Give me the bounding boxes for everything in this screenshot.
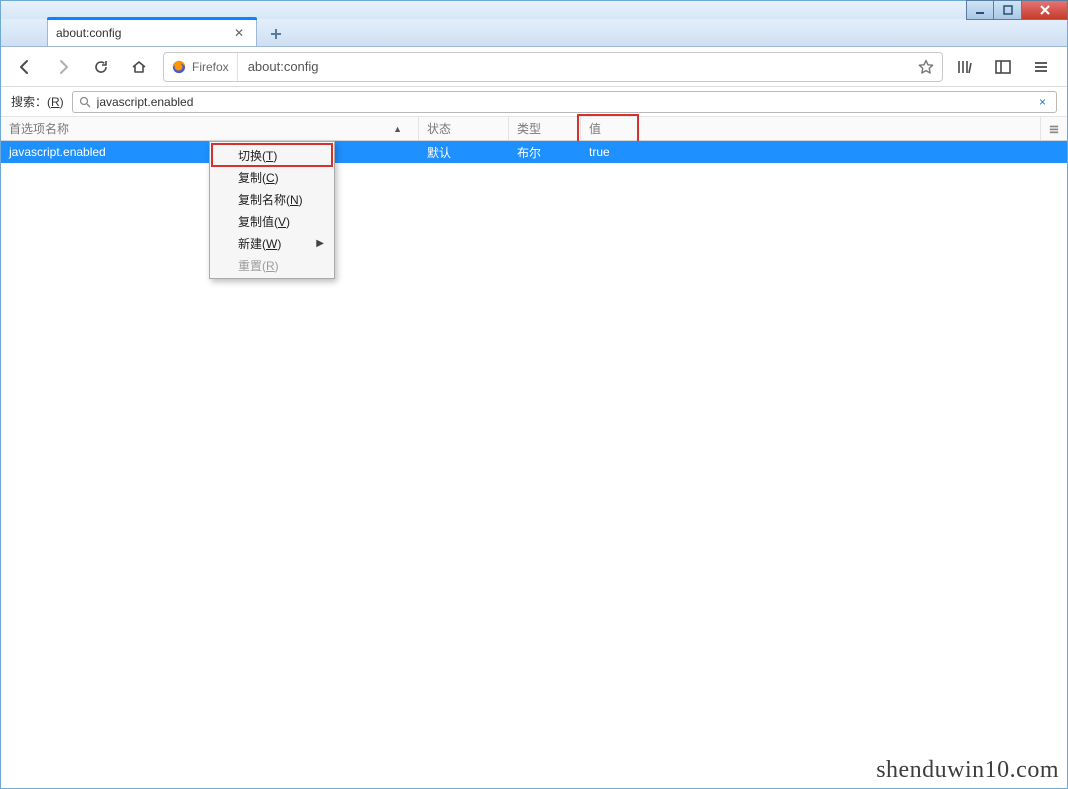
identity-label: Firefox [192,60,229,74]
menu-copy-value[interactable]: 复制值(V) [212,210,332,232]
pref-value: true [581,145,1067,159]
search-icon [79,96,91,108]
menu-copy[interactable]: 复制(C) [212,166,332,188]
sort-ascending-icon: ▲ [393,124,410,134]
new-tab-button[interactable] [263,22,289,46]
url-input[interactable] [238,53,910,81]
tab-title: about:config [56,26,222,40]
back-button[interactable] [11,53,39,81]
library-icon[interactable] [953,53,977,81]
preferences-list: javascript.enabled 默认 布尔 true 切换(T) 复制(C… [1,141,1067,788]
url-bar[interactable]: Firefox [163,52,943,82]
close-button[interactable] [1022,0,1068,20]
clear-search-button[interactable]: × [1035,95,1050,109]
reload-button[interactable] [87,53,115,81]
column-name[interactable]: 首选项名称 ▲ [1,117,419,140]
menu-new[interactable]: 新建(W) ▶ [212,232,332,254]
home-button[interactable] [125,53,153,81]
window-controls [966,0,1068,20]
pref-row-javascript-enabled[interactable]: javascript.enabled 默认 布尔 true [1,141,1067,163]
column-status[interactable]: 状态 [419,117,509,140]
toolbar-right [953,53,1057,81]
pref-status: 默认 [419,144,509,161]
search-input[interactable] [97,92,1029,112]
bookmark-star-icon[interactable] [910,59,942,75]
context-menu: 切换(T) 复制(C) 复制名称(N) 复制值(V) 新建(W) ▶ 重置(R) [209,141,335,279]
column-picker-icon[interactable] [1041,117,1067,140]
menu-copy-name[interactable]: 复制名称(N) [212,188,332,210]
search-label: 搜索：(R) [11,93,64,110]
navigation-toolbar: Firefox [1,47,1067,87]
identity-box[interactable]: Firefox [164,53,238,81]
tab-strip: about:config ✕ [1,19,1067,47]
maximize-button[interactable] [994,0,1022,20]
tab-close-button[interactable]: ✕ [230,26,248,40]
tab-about-config[interactable]: about:config ✕ [47,19,257,46]
column-type[interactable]: 类型 [509,117,581,140]
browser-window: about:config ✕ Firefox [0,0,1068,789]
menu-button[interactable] [1029,53,1053,81]
search-box[interactable]: × [72,91,1057,113]
pref-type: 布尔 [509,144,581,161]
column-headers: 首选项名称 ▲ 状态 类型 值 [1,117,1067,141]
minimize-button[interactable] [966,0,994,20]
menu-toggle[interactable]: 切换(T) [212,144,332,166]
forward-button[interactable] [49,53,77,81]
config-search-bar: 搜索：(R) × [1,87,1067,117]
menu-reset: 重置(R) [212,254,332,276]
sidebar-icon[interactable] [991,53,1015,81]
watermark-text: shenduwin10.com [876,757,1059,784]
firefox-icon [172,60,186,74]
column-value[interactable]: 值 [581,117,1041,140]
submenu-arrow-icon: ▶ [316,238,324,249]
